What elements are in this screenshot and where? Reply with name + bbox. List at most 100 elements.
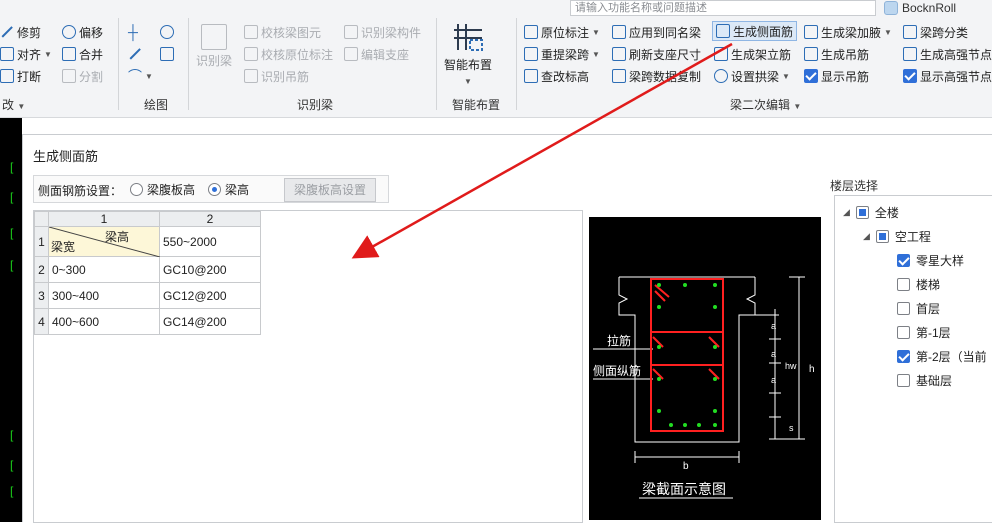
table-cell[interactable]: 0~300 — [48, 256, 160, 283]
checkbox-icon — [804, 69, 818, 83]
tree-item-all[interactable]: ◢ 全楼 — [843, 204, 899, 221]
haunch-icon — [804, 25, 818, 39]
gen-erect-bar-button[interactable]: 生成架立筋 — [714, 44, 791, 64]
smart-group-label: 智能布置 — [452, 98, 501, 112]
checkbox-icon — [903, 69, 917, 83]
tree-item-floor[interactable]: 首层 — [897, 300, 940, 317]
table-corner-header — [34, 211, 49, 227]
row-number: 2 — [34, 256, 49, 283]
show-strengthen-checkbox[interactable]: 显示高强节点 — [903, 66, 992, 86]
apply-same-button[interactable]: 应用到同名梁 — [612, 22, 701, 42]
elevation-icon — [524, 69, 538, 83]
identify-hanger-icon — [244, 69, 258, 83]
canvas-mark: [ — [10, 428, 14, 442]
table-cell[interactable]: 300~400 — [48, 282, 160, 309]
erect-bar-icon — [714, 47, 728, 61]
col-header: 1 — [48, 211, 160, 227]
tree-item-floor[interactable]: 楼梯 — [897, 276, 940, 293]
clock-tool[interactable] — [160, 22, 174, 42]
setting-label: 侧面钢筋设置： — [38, 184, 123, 198]
corner-bottom-label: 梁宽 — [51, 240, 76, 254]
offset-button[interactable]: 偏移 — [62, 22, 103, 42]
crosshair-icon: ┼ — [128, 24, 138, 40]
collapse-triangle-icon: ◢ — [863, 231, 870, 241]
arc-icon: ⌒ — [128, 68, 142, 84]
origin-mark-button[interactable]: 原位标注 ▼ — [524, 22, 600, 42]
floor-tree: ◢ 全楼 ◢ 空工程 零星大样 楼梯 首层 第-1层 第-2层（当前 基础层 — [834, 195, 992, 523]
table-cell[interactable]: GC10@200 — [159, 256, 261, 283]
table-cell[interactable]: 400~600 — [48, 308, 160, 335]
break-button[interactable]: 打断 — [0, 66, 41, 86]
set-arch-button[interactable]: 设置拱梁 ▼ — [714, 66, 790, 86]
split-button[interactable]: 分割 — [62, 66, 103, 86]
tree-item-floor[interactable]: 第-1层 — [897, 324, 951, 341]
canvas-mark: [ — [10, 458, 14, 472]
avatar-icon — [884, 1, 898, 15]
smart-layout-button[interactable]: 智能布置 ▼ — [444, 22, 492, 88]
gen-strengthen-button[interactable]: 生成高强节点 — [903, 44, 992, 64]
show-hanger-checkbox[interactable]: 显示吊筋 — [804, 66, 869, 86]
dim-a: a — [771, 321, 776, 331]
corner-cell: 梁高 梁宽 — [48, 226, 160, 257]
line-icon — [128, 47, 142, 61]
span-class-button[interactable]: 梁跨分类 — [903, 22, 968, 42]
tree-item-floor[interactable]: 零星大样 — [897, 252, 964, 269]
table-cell[interactable]: GC14@200 — [159, 308, 261, 335]
radio-beam-height[interactable]: 梁高 — [208, 181, 249, 198]
identify-beam-button[interactable]: 识别梁 — [196, 24, 232, 74]
tree-item-project[interactable]: ◢ 空工程 — [863, 228, 931, 245]
corner-top-label: 梁高 — [104, 230, 129, 244]
search-input[interactable]: 请输入功能名称或问题描述 — [570, 0, 876, 16]
trim-button[interactable]: 修剪 — [0, 22, 41, 42]
radio-web-height[interactable]: 梁腹板高 — [130, 181, 195, 198]
circle-icon — [160, 25, 174, 39]
user-account[interactable]: BocknRoll — [884, 0, 956, 16]
gen-side-bar-button[interactable]: 生成侧面筋 — [712, 21, 798, 41]
tree-item-floor[interactable]: 第-2层（当前 — [897, 348, 987, 365]
side-bar-icon — [716, 24, 730, 38]
check-beam-button[interactable]: 校核梁图元 — [244, 22, 321, 42]
edit-support-icon — [344, 47, 358, 61]
arch-icon — [714, 69, 728, 83]
reextract-span-button[interactable]: 重提梁跨 ▼ — [524, 44, 600, 64]
top-bar: 请输入功能名称或问题描述 BocknRoll — [560, 0, 992, 16]
check-origin-button[interactable]: 校核原位标注 — [244, 44, 333, 64]
identify-hanger-button[interactable]: 识别吊筋 — [244, 66, 309, 86]
table-cell[interactable]: GC12@200 — [159, 282, 261, 309]
align-icon — [0, 47, 14, 61]
secondary-group-label: 梁二次编辑 ▼ — [730, 98, 802, 112]
table-cell[interactable]: 550~2000 — [159, 226, 261, 257]
canvas-mark: [ — [10, 484, 14, 498]
col-header: 2 — [159, 211, 261, 227]
grid-layout-icon — [454, 24, 483, 51]
merge-button[interactable]: 合并 — [62, 44, 103, 64]
point-tool[interactable]: ┼ — [128, 22, 138, 42]
refresh-support-button[interactable]: 刷新支座尺寸 — [612, 44, 701, 64]
side-bar-table: 1 2 1 梁高 梁宽 550~2000 2 0~300 GC10@200 3 … — [33, 210, 583, 523]
line-tool[interactable] — [128, 44, 142, 64]
tree-item-floor[interactable]: 基础层 — [897, 372, 952, 389]
identify-member-button[interactable]: 识别梁构件 — [344, 22, 421, 42]
rect-tool[interactable] — [160, 44, 174, 64]
cad-canvas-edge: [ [ [ [ [ [ [ — [0, 118, 22, 522]
align-button[interactable]: 对齐 ▼ — [0, 44, 52, 64]
canvas-mark: [ — [10, 258, 14, 272]
arc-tool[interactable]: ⌒ ▼ — [128, 66, 153, 86]
hanger-icon — [804, 47, 818, 61]
row-number: 4 — [34, 308, 49, 335]
offset-icon — [62, 25, 76, 39]
copy-span-button[interactable]: 梁跨数据复制 — [612, 66, 701, 86]
row-number: 1 — [34, 226, 49, 257]
collapse-triangle-icon: ◢ — [843, 207, 850, 217]
side-bar-label: 侧面纵筋 — [593, 363, 641, 378]
span-class-icon — [903, 25, 917, 39]
edit-group-label: 改 ▼ — [2, 98, 26, 112]
identify-beam-icon — [201, 24, 227, 50]
gen-haunch-button[interactable]: 生成梁加腋 ▼ — [804, 22, 892, 42]
dim-b: b — [683, 461, 689, 472]
separator — [516, 18, 517, 110]
web-height-setting-button[interactable]: 梁腹板高设置 — [284, 178, 376, 202]
edit-support-button[interactable]: 编辑支座 — [344, 44, 409, 64]
gen-hanger-button[interactable]: 生成吊筋 — [804, 44, 869, 64]
check-elev-button[interactable]: 查改标高 — [524, 66, 589, 86]
